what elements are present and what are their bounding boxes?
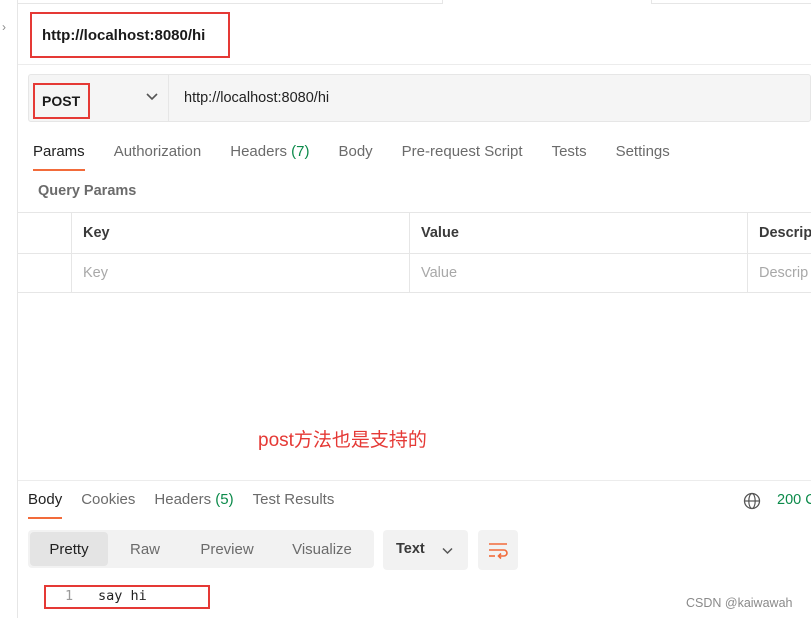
wrap-lines-icon bbox=[489, 543, 508, 560]
row-handle-cell bbox=[18, 254, 72, 292]
line-number: 1 bbox=[65, 588, 74, 604]
method-select[interactable]: POST bbox=[29, 75, 169, 121]
tab-label: Settings bbox=[615, 143, 670, 160]
view-mode-group: Pretty Raw Preview Visualize bbox=[28, 530, 374, 568]
tab-label: Params bbox=[33, 143, 85, 160]
tab-response-headers[interactable]: Headers (5) bbox=[154, 491, 233, 508]
code-line: say hi bbox=[98, 588, 147, 604]
tab-tests[interactable]: Tests bbox=[552, 143, 587, 173]
request-tab-strip bbox=[18, 0, 811, 4]
tab-test-results[interactable]: Test Results bbox=[253, 491, 335, 508]
request-tabs: Params Authorization Headers (7) Body Pr… bbox=[33, 143, 699, 173]
value-input[interactable]: Value bbox=[410, 254, 748, 292]
tab-label: Headers bbox=[154, 491, 212, 508]
divider bbox=[18, 480, 811, 481]
response-body-code: 1 say hi bbox=[44, 585, 210, 609]
table-header-row: Key Value Descrip bbox=[18, 212, 811, 253]
column-header-value: Value bbox=[410, 213, 748, 253]
tab-settings[interactable]: Settings bbox=[616, 143, 670, 173]
tab-cookies[interactable]: Cookies bbox=[81, 491, 135, 508]
watermark: CSDN @kaiwawah bbox=[686, 596, 793, 610]
tab-label: Headers bbox=[230, 143, 287, 160]
open-request-tab[interactable] bbox=[442, 0, 652, 4]
chevron-down-icon bbox=[146, 93, 158, 101]
globe-icon[interactable] bbox=[743, 492, 761, 510]
request-name[interactable]: http://localhost:8080/hi bbox=[30, 12, 230, 58]
left-rail: › bbox=[0, 0, 18, 618]
tab-label: Body bbox=[338, 143, 373, 160]
tab-label: Test Results bbox=[252, 491, 335, 508]
url-input[interactable]: http://localhost:8080/hi bbox=[184, 90, 329, 106]
table-row: Key Value Descrip bbox=[18, 253, 811, 293]
status-code: 200 C bbox=[777, 492, 811, 508]
tab-response-body[interactable]: Body bbox=[28, 491, 63, 519]
params-table: Key Value Descrip Key Value Descrip bbox=[18, 212, 811, 293]
view-pretty-button[interactable]: Pretty bbox=[30, 532, 108, 566]
tab-count: (7) bbox=[291, 143, 310, 160]
tab-label: Tests bbox=[551, 143, 587, 160]
view-preview-button[interactable]: Preview bbox=[182, 532, 272, 566]
tab-pre-request-script[interactable]: Pre-request Script bbox=[402, 143, 523, 173]
column-header-description: Descrip bbox=[759, 225, 811, 241]
description-input[interactable]: Descrip bbox=[748, 254, 811, 292]
wrap-lines-button[interactable] bbox=[478, 530, 518, 570]
tab-count: (5) bbox=[215, 491, 234, 508]
response-tabs: Body Cookies Headers (5) Test Results bbox=[28, 491, 353, 519]
row-handle-cell bbox=[18, 213, 72, 253]
format-select[interactable]: Text bbox=[383, 530, 468, 570]
view-visualize-button[interactable]: Visualize bbox=[272, 532, 372, 566]
tab-body[interactable]: Body bbox=[338, 143, 372, 173]
query-params-title: Query Params bbox=[38, 183, 137, 199]
tab-label: Authorization bbox=[113, 143, 202, 160]
key-input[interactable]: Key bbox=[72, 254, 410, 292]
divider bbox=[18, 64, 811, 65]
tab-params[interactable]: Params bbox=[33, 143, 85, 173]
tab-label: Pre-request Script bbox=[401, 143, 523, 160]
url-bar: POST http://localhost:8080/hi bbox=[28, 74, 811, 122]
column-header-key: Key bbox=[72, 213, 410, 253]
format-label: Text bbox=[396, 541, 425, 557]
tab-label: Body bbox=[28, 491, 63, 508]
view-raw-button[interactable]: Raw bbox=[108, 532, 182, 566]
tab-label: Cookies bbox=[81, 491, 136, 508]
tab-headers[interactable]: Headers (7) bbox=[230, 143, 309, 173]
method-label: POST bbox=[33, 83, 90, 119]
tab-authorization[interactable]: Authorization bbox=[114, 143, 202, 173]
chevron-down-icon bbox=[442, 547, 453, 555]
annotation-text: post方法也是支持的 bbox=[258, 430, 427, 451]
collapse-arrow-icon[interactable]: › bbox=[2, 20, 6, 34]
